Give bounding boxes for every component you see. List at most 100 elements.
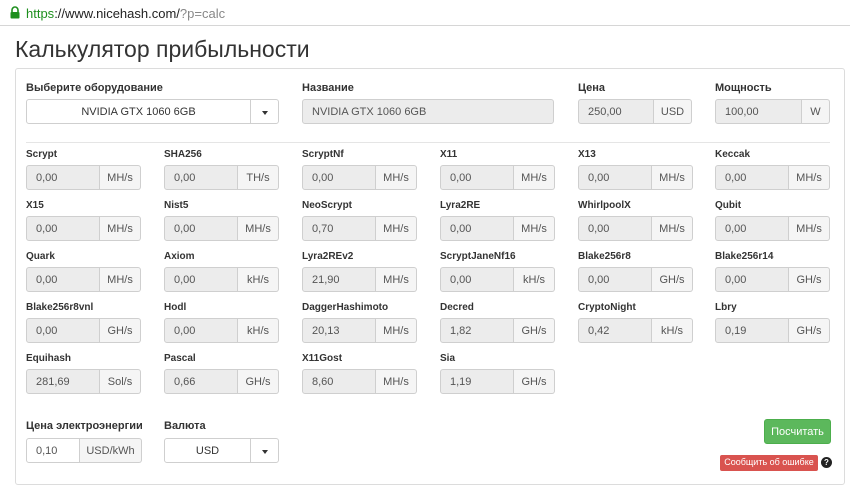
- algo-speed-input[interactable]: 20,13: [302, 318, 376, 343]
- algo-unit: Sol/s: [100, 369, 141, 394]
- algo-unit: GH/s: [514, 369, 555, 394]
- algo-unit: MH/s: [100, 216, 141, 241]
- algo-input-group[interactable]: 0,00 kH/s: [440, 267, 555, 292]
- algo-speed-input[interactable]: 0,00: [302, 165, 376, 190]
- algo-input-group[interactable]: 0,00 GH/s: [578, 267, 693, 292]
- algo-speed-input[interactable]: 1,82: [440, 318, 514, 343]
- hardware-select[interactable]: NVIDIA GTX 1060 6GB: [26, 99, 279, 124]
- electricity-input[interactable]: 0,10: [26, 438, 80, 463]
- algo-input-group[interactable]: 0,19 GH/s: [715, 318, 830, 343]
- algo-input-group[interactable]: 0,42 kH/s: [578, 318, 693, 343]
- algo-speed-input[interactable]: 0,19: [715, 318, 789, 343]
- algo-input-group[interactable]: 0,00 MH/s: [302, 165, 417, 190]
- algo-label: Blake256r14: [715, 251, 774, 262]
- price-input[interactable]: 250,00: [578, 99, 654, 124]
- algo-input-group[interactable]: 0,00 MH/s: [26, 267, 141, 292]
- algo-input-group[interactable]: 8,60 MH/s: [302, 369, 417, 394]
- calculate-button[interactable]: Посчитать: [764, 419, 831, 444]
- algo-speed-input[interactable]: 0,00: [164, 318, 238, 343]
- algo-label: Keccak: [715, 149, 751, 160]
- algo-unit: MH/s: [652, 216, 693, 241]
- algo-speed-input[interactable]: 21,90: [302, 267, 376, 292]
- algo-speed-input[interactable]: 0,00: [578, 165, 652, 190]
- algo-input-group[interactable]: 0,00 TH/s: [164, 165, 279, 190]
- algo-input-group[interactable]: 0,70 MH/s: [302, 216, 417, 241]
- hardware-select-label: Выберите оборудование: [26, 82, 163, 94]
- chevron-down-icon[interactable]: [250, 439, 278, 462]
- help-icon[interactable]: ?: [821, 457, 832, 468]
- algo-unit: kH/s: [238, 267, 279, 292]
- algo-label: Sia: [440, 353, 456, 364]
- algo-speed-input[interactable]: 0,00: [440, 165, 514, 190]
- report-error-button[interactable]: Сообщить об ошибке: [720, 455, 818, 471]
- price-input-group[interactable]: 250,00 USD: [578, 99, 692, 124]
- algo-input-group[interactable]: 0,00 MH/s: [578, 165, 693, 190]
- algo-unit: MH/s: [376, 165, 417, 190]
- algo-input-group[interactable]: 0,00 kH/s: [164, 267, 279, 292]
- algo-input-group[interactable]: 21,90 MH/s: [302, 267, 417, 292]
- algo-speed-input[interactable]: 0,00: [164, 216, 238, 241]
- algo-speed-input[interactable]: 0,00: [715, 216, 789, 241]
- algo-unit: kH/s: [652, 318, 693, 343]
- power-input[interactable]: 100,00: [715, 99, 802, 124]
- algo-label: Blake256r8vnl: [26, 302, 94, 313]
- algo-speed-input[interactable]: 0,00: [26, 267, 100, 292]
- electricity-input-group[interactable]: 0,10 USD/kWh: [26, 438, 142, 463]
- algo-unit: MH/s: [514, 165, 555, 190]
- algo-speed-input[interactable]: 8,60: [302, 369, 376, 394]
- algo-unit: MH/s: [100, 165, 141, 190]
- algo-input-group[interactable]: 1,82 GH/s: [440, 318, 555, 343]
- algo-unit: kH/s: [514, 267, 555, 292]
- algo-speed-input[interactable]: 1,19: [440, 369, 514, 394]
- algo-speed-input[interactable]: 0,00: [164, 267, 238, 292]
- electricity-label: Цена электроэнергии: [26, 420, 143, 432]
- algo-input-group[interactable]: 0,00 MH/s: [440, 216, 555, 241]
- power-input-group[interactable]: 100,00 W: [715, 99, 830, 124]
- algo-input-group[interactable]: 0,00 MH/s: [26, 165, 141, 190]
- algo-speed-input[interactable]: 281,69: [26, 369, 100, 394]
- algo-input-group[interactable]: 0,00 MH/s: [715, 216, 830, 241]
- algo-speed-input[interactable]: 0,66: [164, 369, 238, 394]
- chevron-down-icon[interactable]: [250, 100, 278, 123]
- algo-unit: MH/s: [652, 165, 693, 190]
- url-scheme: https: [26, 6, 55, 21]
- algo-label: Quark: [26, 251, 55, 262]
- algo-speed-input[interactable]: 0,00: [715, 165, 789, 190]
- algo-label: Qubit: [715, 200, 742, 211]
- algo-unit: MH/s: [789, 165, 830, 190]
- algo-speed-input[interactable]: 0,00: [440, 267, 514, 292]
- algo-speed-input[interactable]: 0,00: [26, 216, 100, 241]
- algo-speed-input[interactable]: 0,42: [578, 318, 652, 343]
- algo-input-group[interactable]: 0,00 MH/s: [440, 165, 555, 190]
- algo-speed-input[interactable]: 0,00: [578, 267, 652, 292]
- algo-input-group[interactable]: 1,19 GH/s: [440, 369, 555, 394]
- algo-speed-input[interactable]: 0,00: [440, 216, 514, 241]
- algo-unit: MH/s: [376, 318, 417, 343]
- algo-speed-input[interactable]: 0,00: [578, 216, 652, 241]
- currency-select[interactable]: USD: [164, 438, 279, 463]
- algo-label: Blake256r8: [578, 251, 631, 262]
- name-field[interactable]: NVIDIA GTX 1060 6GB: [302, 99, 554, 124]
- algo-input-group[interactable]: 0,00 MH/s: [578, 216, 693, 241]
- algo-input-group[interactable]: 0,00 GH/s: [26, 318, 141, 343]
- price-unit: USD: [654, 99, 692, 124]
- algo-input-group[interactable]: 281,69 Sol/s: [26, 369, 141, 394]
- algo-unit: MH/s: [100, 267, 141, 292]
- browser-address-bar[interactable]: https://www.nicehash.com/?p=calc: [0, 0, 850, 26]
- algo-label: Axiom: [164, 251, 195, 262]
- algo-speed-input[interactable]: 0,00: [715, 267, 789, 292]
- algo-speed-input[interactable]: 0,00: [26, 165, 100, 190]
- algo-input-group[interactable]: 0,00 kH/s: [164, 318, 279, 343]
- algo-speed-input[interactable]: 0,00: [26, 318, 100, 343]
- algo-input-group[interactable]: 0,00 GH/s: [715, 267, 830, 292]
- url-text[interactable]: https://www.nicehash.com/?p=calc: [26, 6, 225, 21]
- algo-speed-input[interactable]: 0,70: [302, 216, 376, 241]
- algo-input-group[interactable]: 0,00 MH/s: [164, 216, 279, 241]
- algo-speed-input[interactable]: 0,00: [164, 165, 238, 190]
- algo-input-group[interactable]: 0,66 GH/s: [164, 369, 279, 394]
- algo-label: X13: [578, 149, 596, 160]
- algo-input-group[interactable]: 20,13 MH/s: [302, 318, 417, 343]
- algo-input-group[interactable]: 0,00 MH/s: [715, 165, 830, 190]
- algo-label: ScryptNf: [302, 149, 344, 160]
- algo-input-group[interactable]: 0,00 MH/s: [26, 216, 141, 241]
